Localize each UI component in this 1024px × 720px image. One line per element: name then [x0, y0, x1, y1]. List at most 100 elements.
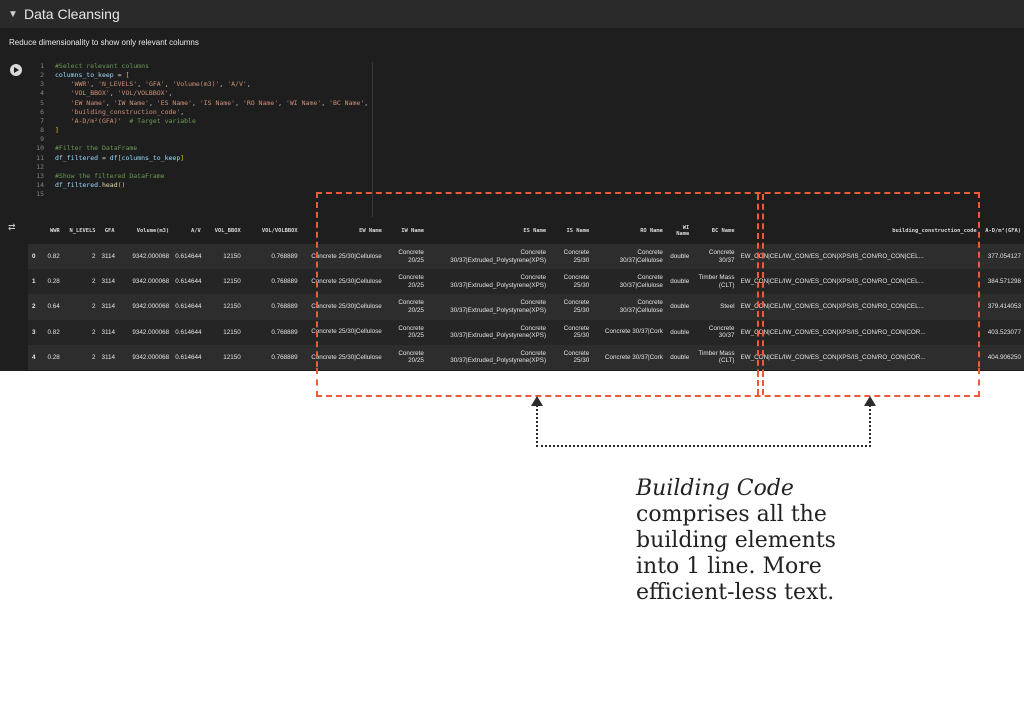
- code-token: ,: [219, 80, 228, 89]
- code-line: 1 #Select relevant columns: [30, 62, 372, 71]
- code-token: ,: [109, 89, 118, 98]
- code-token: =: [98, 153, 110, 162]
- table-cell: 403.523077: [979, 319, 1024, 345]
- table-cell: 2: [62, 344, 99, 370]
- line-number: 5: [40, 98, 44, 107]
- cell-gutter: [0, 62, 28, 217]
- code-token: ,: [168, 89, 173, 98]
- row-index: 2: [28, 294, 42, 320]
- row-index: 3: [28, 319, 42, 345]
- table-cell: 379.414053: [979, 294, 1024, 320]
- code-token: ,: [192, 98, 200, 107]
- table-cell: 0.614644: [172, 294, 204, 320]
- table-cell: 12150: [203, 319, 244, 345]
- code-token: 'WWR': [70, 80, 91, 89]
- code-token: 'GFA': [145, 80, 165, 89]
- code-token: columns_to_keep: [55, 71, 114, 80]
- column-header: [28, 218, 42, 244]
- annotation-emphasis: Building Code: [636, 476, 794, 501]
- code-line: 6 'building_construction_code',: [30, 108, 372, 117]
- column-header: A-D/m²(GFA): [979, 218, 1024, 244]
- code-token: ]: [180, 153, 185, 162]
- annotation-text: Building Code comprises all the building…: [636, 476, 836, 606]
- table-cell: 3114: [98, 244, 118, 270]
- code-line: 10 #Filter the DataFrame: [30, 144, 372, 153]
- code-token: head: [101, 181, 118, 190]
- code-line: 11 df_filtered = df[columns_to_keep]: [30, 154, 372, 163]
- table-cell: 3114: [98, 269, 118, 295]
- line-number: 15: [36, 190, 44, 199]
- table-cell: 0.28: [41, 269, 63, 295]
- table-cell: 384.571298: [979, 269, 1024, 295]
- line-number: 10: [36, 144, 44, 153]
- code-token: ,: [90, 80, 99, 89]
- run-cell-button[interactable]: [10, 64, 22, 76]
- table-cell: 3114: [98, 344, 118, 370]
- table-cell: 0.768889: [243, 344, 301, 370]
- code-line: 8]: [30, 126, 372, 135]
- line-number: 8: [40, 126, 44, 135]
- code-token: 'WI Name': [285, 98, 322, 107]
- table-cell: 0.768889: [243, 244, 301, 270]
- code-line: 14 df_filtered. head(): [30, 181, 372, 190]
- table-cell: 2: [62, 319, 99, 345]
- output-toggle-icon[interactable]: ⇄: [8, 222, 16, 233]
- code-line: 13 #Show the filtered DataFrame: [30, 172, 372, 181]
- section-description: Reduce dimensionality to show only relev…: [9, 38, 199, 47]
- table-cell: 9342.000068: [117, 319, 173, 345]
- table-cell: 0.614644: [172, 244, 204, 270]
- code-token: 'IW Name': [113, 98, 149, 107]
- code-token: ,: [137, 80, 146, 89]
- table-cell: 3114: [98, 294, 118, 320]
- highlight-box-bottom: [316, 368, 980, 397]
- code-line: 5 'EW Name', 'IW Name', 'ES Name', 'IS N…: [30, 99, 372, 108]
- play-icon: [14, 67, 19, 73]
- highlight-divider-bottom: [762, 371, 764, 395]
- code-token: df: [109, 153, 118, 162]
- table-cell: 12150: [203, 294, 244, 320]
- annotation-body: comprises all the building elements into…: [636, 502, 836, 605]
- code-token: =: [113, 71, 126, 80]
- code-line: 9: [30, 135, 372, 144]
- section-header[interactable]: ▼ Data Cleansing: [0, 0, 1024, 28]
- table-cell: 0.614644: [172, 319, 204, 345]
- dotted-connector: [536, 402, 871, 447]
- row-index: 1: [28, 269, 42, 295]
- line-number: 6: [40, 107, 44, 116]
- code-token: ,: [105, 98, 114, 107]
- chevron-down-icon[interactable]: ▼: [6, 9, 20, 20]
- line-number: 13: [36, 171, 44, 180]
- notebook-panel: ▼ Data Cleansing Reduce dimensionality t…: [0, 0, 1024, 371]
- code-token: df_filtered: [55, 153, 99, 162]
- code-token: [: [125, 71, 130, 80]
- row-index: 0: [28, 244, 42, 270]
- code-line: 7 'A-D/m²(GFA)' # Target variable: [30, 117, 372, 126]
- code-token: # Target variable: [129, 116, 196, 125]
- table-cell: 0.28: [41, 344, 63, 370]
- code-token: 'ES Name': [156, 98, 193, 107]
- highlight-box: [316, 192, 980, 371]
- table-cell: 0.768889: [243, 269, 301, 295]
- line-number: 12: [36, 162, 44, 171]
- table-cell: 0.614644: [172, 344, 204, 370]
- line-number: 4: [40, 89, 44, 98]
- code-token: 'building_construction_code': [70, 107, 181, 116]
- line-number: 9: [40, 135, 44, 144]
- code-token: 'A-D/m²(GFA)': [70, 116, 122, 125]
- line-number: 7: [40, 116, 44, 125]
- code-token: ,: [364, 98, 369, 107]
- row-index: 4: [28, 344, 42, 370]
- code-line: 12: [30, 163, 372, 172]
- section-title: Data Cleansing: [24, 6, 120, 22]
- code-token: ,: [235, 98, 243, 107]
- code-token: ,: [148, 98, 157, 107]
- table-cell: 0.768889: [243, 319, 301, 345]
- code-token: 'RO Name': [242, 98, 279, 107]
- code-token: 'A/V': [227, 80, 247, 89]
